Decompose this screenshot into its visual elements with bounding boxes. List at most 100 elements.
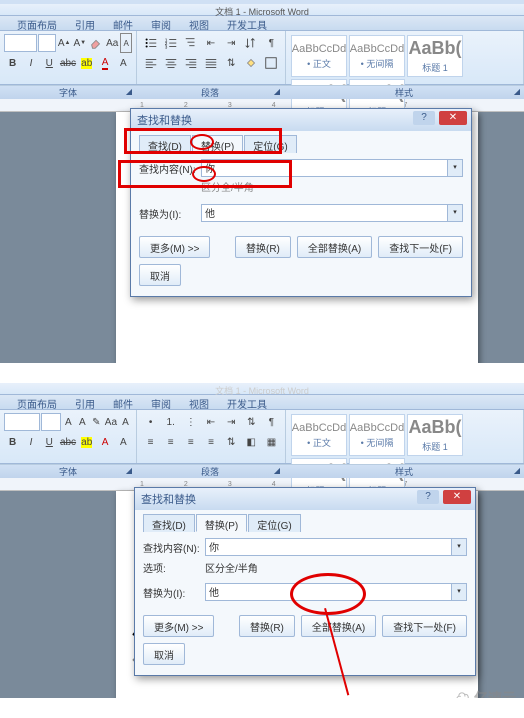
tab-goto[interactable]: 定位(G) [244,135,296,153]
tab-layout[interactable]: 页面布局 [8,395,66,409]
tab-find[interactable]: 查找(D) [139,135,191,153]
dialog-launcher-icon[interactable]: ◢ [272,87,282,97]
tab-review[interactable]: 审阅 [142,395,180,409]
borders-button[interactable]: ▦ [262,432,281,452]
italic-button[interactable]: I [22,432,39,452]
shading-button[interactable] [242,53,261,73]
tab-layout[interactable]: 页面布局 [8,16,66,30]
font-name-combo[interactable] [4,34,37,52]
cancel-button[interactable]: 取消 [143,643,185,665]
close-button[interactable]: ✕ [443,490,471,504]
tab-dev[interactable]: 开发工具 [218,395,276,409]
tab-goto[interactable]: 定位(G) [248,514,300,532]
grow-font-button[interactable]: A [62,412,75,432]
shading-button[interactable]: ◧ [242,432,261,452]
style-heading1[interactable]: AaBb(标题 1 [407,414,463,456]
tab-references[interactable]: 引用 [66,395,104,409]
justify-button[interactable] [201,53,220,73]
replace-input[interactable]: 他▾ [205,583,467,601]
char-shading-button[interactable]: A [115,432,132,452]
tab-view[interactable]: 视图 [180,16,218,30]
indent-inc-button[interactable]: ⇥ [222,412,241,432]
help-button[interactable]: ? [417,490,439,504]
tab-mail[interactable]: 邮件 [104,395,142,409]
justify-button[interactable]: ≡ [201,432,220,452]
font-size-combo[interactable] [41,413,60,431]
highlight-button[interactable]: ab [78,432,95,452]
bullets-button[interactable]: • [141,412,160,432]
highlight-button[interactable]: ab [78,53,95,73]
align-left-button[interactable] [141,53,160,73]
tab-dev[interactable]: 开发工具 [218,16,276,30]
find-input[interactable]: 你▾ [201,159,463,177]
shrink-font-button[interactable]: A [76,412,89,432]
tab-review[interactable]: 审阅 [142,16,180,30]
grow-font-button[interactable]: A▲ [57,33,72,53]
line-spacing-button[interactable]: ⇅ [222,432,241,452]
dialog-launcher-icon[interactable]: ◢ [124,87,134,97]
sort-button[interactable] [242,33,261,53]
sort-button[interactable]: ⇅ [242,412,261,432]
tab-replace[interactable]: 替换(P) [196,514,247,532]
style-nospacing[interactable]: AaBbCcDd• 无间隔 [349,35,405,77]
find-next-button[interactable]: 查找下一处(F) [382,615,467,637]
replace-input[interactable]: 他▾ [201,204,463,222]
italic-button[interactable]: I [22,53,39,73]
multilevel-button[interactable]: ⋮ [181,412,200,432]
more-button[interactable]: 更多(M) >> [139,236,210,258]
tab-replace[interactable]: 替换(P) [192,135,243,153]
align-right-button[interactable] [181,53,200,73]
font-size-combo[interactable] [38,34,56,52]
phonetic-button[interactable]: A [119,412,132,432]
find-next-button[interactable]: 查找下一处(F) [378,236,463,258]
indent-dec-button[interactable]: ⇤ [201,33,220,53]
dropdown-icon[interactable]: ▾ [447,205,462,221]
dialog-title[interactable]: 查找和替换 ? ✕ [131,109,471,131]
dialog-launcher-icon[interactable]: ◢ [512,466,522,476]
tab-references[interactable]: 引用 [66,16,104,30]
change-case-button[interactable]: Aa [104,412,118,432]
dropdown-icon[interactable]: ▾ [451,584,466,600]
more-button[interactable]: 更多(M) >> [143,615,214,637]
align-center-button[interactable]: ≡ [161,432,180,452]
tab-find[interactable]: 查找(D) [143,514,195,532]
char-shading-button[interactable]: A [115,53,132,73]
font-name-combo[interactable] [4,413,40,431]
style-normal[interactable]: AaBbCcDd• 正文 [291,414,347,456]
style-normal[interactable]: AaBbCcDd• 正文 [291,35,347,77]
line-spacing-button[interactable]: ⇅ [222,53,241,73]
bold-button[interactable]: B [4,432,21,452]
numbering-button[interactable]: 1. [161,412,180,432]
replace-button[interactable]: 替换(R) [235,236,291,258]
find-input[interactable]: 你▾ [205,538,467,556]
borders-button[interactable] [262,53,281,73]
replace-all-button[interactable]: 全部替换(A) [297,236,372,258]
align-center-button[interactable] [161,53,180,73]
style-heading1[interactable]: AaBb(标题 1 [407,35,463,77]
close-button[interactable]: ✕ [439,111,467,125]
clear-format-button[interactable]: ✎ [90,412,103,432]
dialog-title[interactable]: 查找和替换 ? ✕ [135,488,475,510]
dialog-launcher-icon[interactable]: ◢ [272,466,282,476]
tab-view[interactable]: 视图 [180,395,218,409]
replace-button[interactable]: 替换(R) [239,615,295,637]
dropdown-icon[interactable]: ▾ [447,160,462,176]
strike-button[interactable]: abc [59,53,77,73]
underline-button[interactable]: U [41,53,58,73]
phonetic-button[interactable]: A [120,33,132,53]
dialog-launcher-icon[interactable]: ◢ [512,87,522,97]
bullets-button[interactable] [141,33,160,53]
underline-button[interactable]: U [41,432,58,452]
cancel-button[interactable]: 取消 [139,264,181,286]
indent-inc-button[interactable]: ⇥ [222,33,241,53]
shrink-font-button[interactable]: A▼ [72,33,87,53]
font-color-button[interactable]: A [96,53,113,73]
dialog-launcher-icon[interactable]: ◢ [124,466,134,476]
clear-format-button[interactable] [88,33,104,53]
show-marks-button[interactable]: ¶ [262,33,281,53]
multilevel-button[interactable] [181,33,200,53]
help-button[interactable]: ? [413,111,435,125]
numbering-button[interactable]: 123 [161,33,180,53]
tab-mail[interactable]: 邮件 [104,16,142,30]
style-nospacing[interactable]: AaBbCcDd• 无间隔 [349,414,405,456]
